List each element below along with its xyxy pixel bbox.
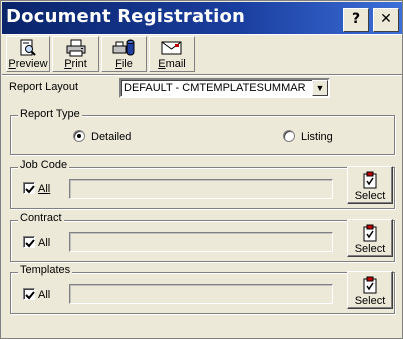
close-button[interactable]: ✕ xyxy=(373,8,399,32)
file-button[interactable]: File xyxy=(101,36,147,72)
email-button[interactable]: Email xyxy=(149,36,195,72)
checkmark-icon xyxy=(25,239,35,248)
templates-field[interactable] xyxy=(69,284,333,304)
contract-all-checkbox[interactable]: All xyxy=(23,236,50,249)
radio-detailed[interactable]: Detailed xyxy=(73,130,131,143)
title-bar: Document Registration ? ✕ xyxy=(2,2,402,34)
preview-label: Preview xyxy=(8,58,48,70)
magnifier-page-icon xyxy=(20,39,36,56)
job-code-field[interactable] xyxy=(69,179,333,199)
document-registration-window: Document Registration ? ✕ Preview Print … xyxy=(0,0,403,339)
job-code-select-label: Select xyxy=(354,190,386,202)
templates-label: Templates xyxy=(18,264,73,276)
contract-label: Contract xyxy=(18,212,64,224)
contract-field[interactable] xyxy=(69,232,333,252)
templates-all-checkbox[interactable]: All xyxy=(23,288,50,301)
job-code-all-label: All xyxy=(38,183,51,195)
checkbox-box[interactable] xyxy=(23,182,35,194)
file-label: File xyxy=(115,58,133,70)
templates-all-label: All xyxy=(38,289,51,301)
templates-select-label: Select xyxy=(354,295,386,307)
job-code-all-checkbox[interactable]: All xyxy=(23,182,50,195)
envelope-icon xyxy=(161,41,182,55)
preview-button[interactable]: Preview xyxy=(6,36,50,72)
print-label: Print xyxy=(64,58,87,70)
clipboard-check-icon xyxy=(363,171,377,189)
radio-detailed-dot[interactable] xyxy=(73,130,85,142)
job-code-select-button[interactable]: Select xyxy=(347,166,393,204)
toolbar-separator-highlight xyxy=(2,75,402,76)
radio-listing-label: Listing xyxy=(301,131,333,143)
report-layout-value: DEFAULT - CMTEMPLATESUMMAR xyxy=(124,82,306,94)
checkmark-icon xyxy=(25,291,35,300)
job-code-label: Job Code xyxy=(18,159,70,171)
contract-select-button[interactable]: Select xyxy=(347,219,393,257)
radio-listing[interactable]: Listing xyxy=(283,130,333,143)
checkbox-box[interactable] xyxy=(23,236,35,248)
file-export-icon xyxy=(112,39,135,56)
print-button[interactable]: Print xyxy=(52,36,99,72)
toolbar-top-edge xyxy=(2,34,402,35)
dropdown-arrow-icon[interactable]: ▼ xyxy=(312,80,328,96)
report-type-group xyxy=(10,115,395,155)
report-type-label: Report Type xyxy=(18,108,82,120)
radio-detailed-label: Detailed xyxy=(91,131,132,143)
checkmark-icon xyxy=(25,185,35,194)
clipboard-check-icon xyxy=(363,224,377,242)
email-label: Email xyxy=(158,58,186,70)
report-layout-dropdown[interactable]: DEFAULT - CMTEMPLATESUMMAR ▼ xyxy=(119,78,330,98)
templates-select-button[interactable]: Select xyxy=(347,271,393,309)
contract-select-label: Select xyxy=(354,243,386,255)
clipboard-check-icon xyxy=(363,276,377,294)
contract-all-label: All xyxy=(38,237,51,249)
checkbox-box[interactable] xyxy=(23,288,35,300)
help-button[interactable]: ? xyxy=(343,8,369,32)
window-title: Document Registration xyxy=(6,6,246,27)
report-layout-label: Report Layout xyxy=(9,81,79,93)
radio-listing-dot[interactable] xyxy=(283,130,295,142)
printer-icon xyxy=(66,39,85,57)
